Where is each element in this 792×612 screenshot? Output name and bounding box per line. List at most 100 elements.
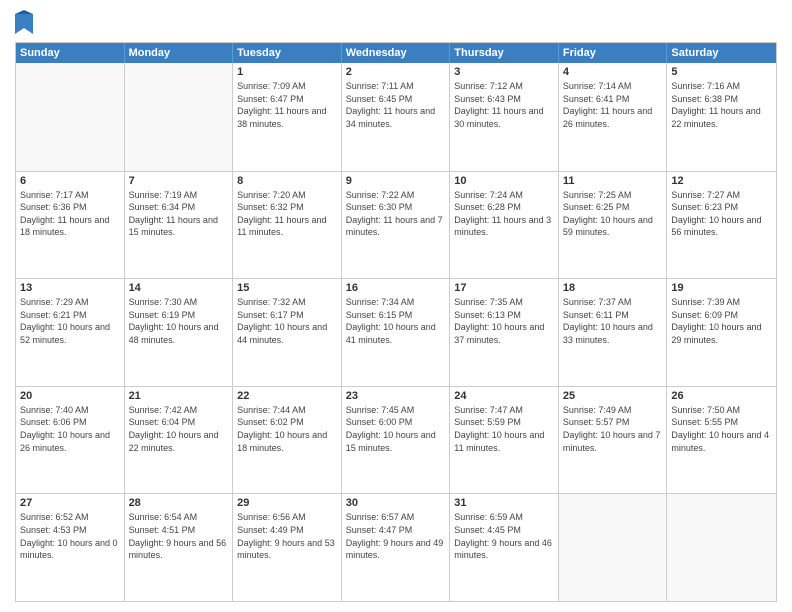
calendar-cell: 5Sunrise: 7:16 AM Sunset: 6:38 PM Daylig… — [667, 63, 776, 171]
calendar-cell: 25 Sunrise: 7:49 AM Sunset: 5:57 PM Dayli… — [559, 387, 668, 494]
day-number: 29 — [237, 497, 337, 509]
day-detail: Sunrise: 6:52 AM Sunset: 4:53 PM Dayligh… — [20, 511, 120, 561]
calendar-cell: 23Sunrise: 7:45 AM Sunset: 6:00 PM Dayli… — [342, 387, 451, 494]
calendar-cell: 20 Sunrise: 7:40 AM Sunset: 6:06 PM Dayli… — [16, 387, 125, 494]
calendar-cell: 27 Sunrise: 6:52 AM Sunset: 4:53 PM Dayli… — [16, 494, 125, 601]
day-detail: Sunrise: 7:22 AM Sunset: 6:30 PM Dayligh… — [346, 189, 446, 239]
calendar-row-1: 1 Sunrise: 7:09 AM Sunset: 6:47 PM Daylig… — [16, 63, 776, 171]
day-number: 19 — [671, 282, 772, 294]
calendar-cell: 14 Sunrise: 7:30 AM Sunset: 6:19 PM Dayli… — [125, 279, 234, 386]
calendar-cell: 30Sunrise: 6:57 AM Sunset: 4:47 PM Dayli… — [342, 494, 451, 601]
day-number: 30 — [346, 497, 446, 509]
calendar-cell: 9 Sunrise: 7:22 AM Sunset: 6:30 PM Daylig… — [342, 172, 451, 279]
day-number: 28 — [129, 497, 229, 509]
day-detail: Sunrise: 6:54 AM Sunset: 4:51 PM Dayligh… — [129, 511, 229, 561]
day-detail: Sunrise: 6:56 AM Sunset: 4:49 PM Dayligh… — [237, 511, 337, 561]
day-detail: Sunrise: 7:34 AM Sunset: 6:15 PM Dayligh… — [346, 296, 446, 346]
day-number: 1 — [237, 66, 337, 78]
calendar-cell — [125, 63, 234, 171]
day-number: 11 — [563, 175, 663, 187]
day-number: 7 — [129, 175, 229, 187]
day-number: 17 — [454, 282, 554, 294]
calendar-cell: 21Sunrise: 7:42 AM Sunset: 6:04 PM Dayli… — [125, 387, 234, 494]
calendar-body: 1 Sunrise: 7:09 AM Sunset: 6:47 PM Daylig… — [16, 63, 776, 601]
day-detail: Sunrise: 7:49 AM Sunset: 5:57 PM Dayligh… — [563, 404, 663, 454]
day-detail: Sunrise: 7:16 AM Sunset: 6:38 PM Dayligh… — [671, 80, 772, 130]
day-number: 12 — [671, 175, 772, 187]
calendar-cell: 1 Sunrise: 7:09 AM Sunset: 6:47 PM Daylig… — [233, 63, 342, 171]
day-detail: Sunrise: 7:11 AM Sunset: 6:45 PM Dayligh… — [346, 80, 446, 130]
header-day-sunday: Sunday — [16, 43, 125, 63]
day-detail: Sunrise: 7:17 AM Sunset: 6:36 PM Dayligh… — [20, 189, 120, 239]
header-day-tuesday: Tuesday — [233, 43, 342, 63]
day-number: 15 — [237, 282, 337, 294]
day-detail: Sunrise: 7:50 AM Sunset: 5:55 PM Dayligh… — [671, 404, 772, 454]
day-detail: Sunrise: 7:30 AM Sunset: 6:19 PM Dayligh… — [129, 296, 229, 346]
day-number: 16 — [346, 282, 446, 294]
day-detail: Sunrise: 7:35 AM Sunset: 6:13 PM Dayligh… — [454, 296, 554, 346]
day-number: 31 — [454, 497, 554, 509]
day-number: 6 — [20, 175, 120, 187]
calendar-cell — [667, 494, 776, 601]
day-detail: Sunrise: 7:42 AM Sunset: 6:04 PM Dayligh… — [129, 404, 229, 454]
logo — [15, 10, 35, 34]
calendar-cell: 8 Sunrise: 7:20 AM Sunset: 6:32 PM Daylig… — [233, 172, 342, 279]
calendar-cell: 26Sunrise: 7:50 AM Sunset: 5:55 PM Dayli… — [667, 387, 776, 494]
day-detail: Sunrise: 7:47 AM Sunset: 5:59 PM Dayligh… — [454, 404, 554, 454]
calendar-cell: 17 Sunrise: 7:35 AM Sunset: 6:13 PM Dayli… — [450, 279, 559, 386]
calendar-cell: 11 Sunrise: 7:25 AM Sunset: 6:25 PM Dayli… — [559, 172, 668, 279]
day-detail: Sunrise: 7:25 AM Sunset: 6:25 PM Dayligh… — [563, 189, 663, 239]
day-number: 9 — [346, 175, 446, 187]
calendar-cell — [16, 63, 125, 171]
day-number: 22 — [237, 390, 337, 402]
day-number: 25 — [563, 390, 663, 402]
day-detail: Sunrise: 7:09 AM Sunset: 6:47 PM Dayligh… — [237, 80, 337, 130]
day-detail: Sunrise: 7:37 AM Sunset: 6:11 PM Dayligh… — [563, 296, 663, 346]
calendar-cell: 29 Sunrise: 6:56 AM Sunset: 4:49 PM Dayli… — [233, 494, 342, 601]
calendar-cell: 2 Sunrise: 7:11 AM Sunset: 6:45 PM Daylig… — [342, 63, 451, 171]
day-number: 3 — [454, 66, 554, 78]
day-detail: Sunrise: 7:39 AM Sunset: 6:09 PM Dayligh… — [671, 296, 772, 346]
calendar-cell: 7Sunrise: 7:19 AM Sunset: 6:34 PM Daylig… — [125, 172, 234, 279]
calendar-cell: 12 Sunrise: 7:27 AM Sunset: 6:23 PM Dayli… — [667, 172, 776, 279]
calendar-cell: 28 Sunrise: 6:54 AM Sunset: 4:51 PM Dayli… — [125, 494, 234, 601]
calendar-cell: 3Sunrise: 7:12 AM Sunset: 6:43 PM Daylig… — [450, 63, 559, 171]
day-detail: Sunrise: 7:44 AM Sunset: 6:02 PM Dayligh… — [237, 404, 337, 454]
calendar-cell: 10Sunrise: 7:24 AM Sunset: 6:28 PM Dayli… — [450, 172, 559, 279]
calendar-cell: 31Sunrise: 6:59 AM Sunset: 4:45 PM Dayli… — [450, 494, 559, 601]
day-detail: Sunrise: 7:40 AM Sunset: 6:06 PM Dayligh… — [20, 404, 120, 454]
calendar-cell: 15 Sunrise: 7:32 AM Sunset: 6:17 PM Dayli… — [233, 279, 342, 386]
calendar-row-3: 13 Sunrise: 7:29 AM Sunset: 6:21 PM Dayli… — [16, 278, 776, 386]
day-number: 2 — [346, 66, 446, 78]
day-number: 13 — [20, 282, 120, 294]
day-detail: Sunrise: 7:29 AM Sunset: 6:21 PM Dayligh… — [20, 296, 120, 346]
day-number: 10 — [454, 175, 554, 187]
calendar-cell: 6 Sunrise: 7:17 AM Sunset: 6:36 PM Daylig… — [16, 172, 125, 279]
day-detail: Sunrise: 7:27 AM Sunset: 6:23 PM Dayligh… — [671, 189, 772, 239]
calendar-cell: 19 Sunrise: 7:39 AM Sunset: 6:09 PM Dayli… — [667, 279, 776, 386]
calendar-row-4: 20 Sunrise: 7:40 AM Sunset: 6:06 PM Dayli… — [16, 386, 776, 494]
calendar-cell: 4Sunrise: 7:14 AM Sunset: 6:41 PM Daylig… — [559, 63, 668, 171]
header-day-thursday: Thursday — [450, 43, 559, 63]
day-number: 4 — [563, 66, 663, 78]
calendar-cell: 16 Sunrise: 7:34 AM Sunset: 6:15 PM Dayli… — [342, 279, 451, 386]
calendar-header: SundayMondayTuesdayWednesdayThursdayFrid… — [16, 43, 776, 63]
day-detail: Sunrise: 7:20 AM Sunset: 6:32 PM Dayligh… — [237, 189, 337, 239]
day-detail: Sunrise: 7:32 AM Sunset: 6:17 PM Dayligh… — [237, 296, 337, 346]
logo-icon — [15, 10, 33, 34]
calendar-cell: 22 Sunrise: 7:44 AM Sunset: 6:02 PM Dayli… — [233, 387, 342, 494]
calendar-row-5: 27 Sunrise: 6:52 AM Sunset: 4:53 PM Dayli… — [16, 493, 776, 601]
calendar-cell: 18 Sunrise: 7:37 AM Sunset: 6:11 PM Dayli… — [559, 279, 668, 386]
day-number: 24 — [454, 390, 554, 402]
day-number: 18 — [563, 282, 663, 294]
header — [15, 10, 777, 34]
day-number: 8 — [237, 175, 337, 187]
header-day-monday: Monday — [125, 43, 234, 63]
calendar-cell: 13 Sunrise: 7:29 AM Sunset: 6:21 PM Dayli… — [16, 279, 125, 386]
day-number: 14 — [129, 282, 229, 294]
header-day-saturday: Saturday — [667, 43, 776, 63]
day-number: 20 — [20, 390, 120, 402]
calendar-cell: 24 Sunrise: 7:47 AM Sunset: 5:59 PM Dayli… — [450, 387, 559, 494]
day-number: 27 — [20, 497, 120, 509]
header-day-friday: Friday — [559, 43, 668, 63]
